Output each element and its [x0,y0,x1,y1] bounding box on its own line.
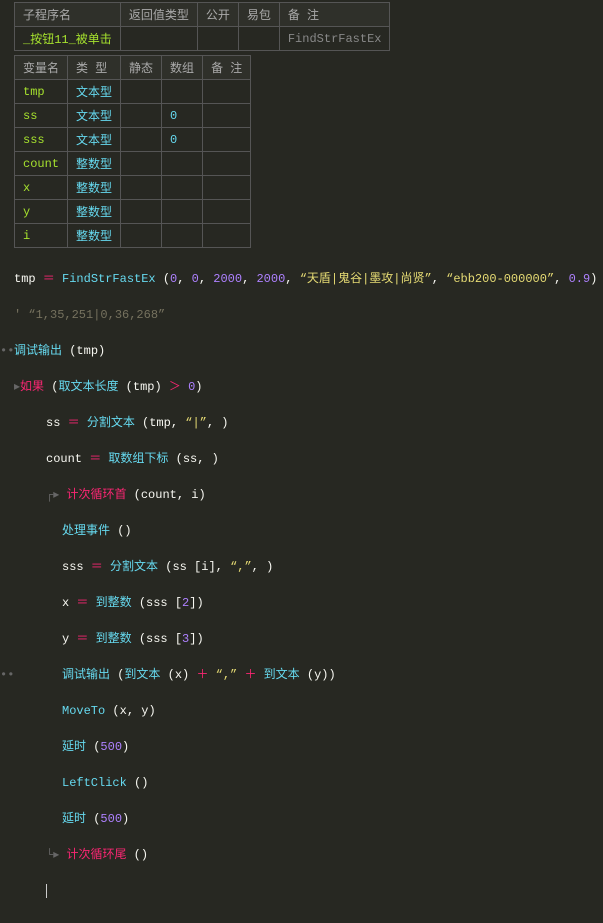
code-line[interactable]: ••调试输出 (tmp) [14,342,598,360]
code-line[interactable]: count ＝ 取数组下标 (ss, ) [14,450,598,468]
code-line[interactable]: └▸ 计次循环尾 () [14,846,598,864]
subprogram-table: 子程序名 返回值类型 公开 易包 备 注 _按钮11_被单击 FindStrFa… [14,2,390,51]
sub-ret[interactable] [120,27,197,51]
table-row[interactable]: x整数型 [15,176,251,200]
table-row[interactable]: i整数型 [15,224,251,248]
code-line[interactable]: sss ＝ 分割文本 (ss [i], “,”, ) [14,558,598,576]
th-static: 静态 [121,56,162,80]
sub-pack[interactable] [238,27,279,51]
th-easypack: 易包 [238,3,279,27]
code-line[interactable]: x ＝ 到整数 (sss [2]) [14,594,598,612]
table-row[interactable]: count整数型 [15,152,251,176]
code-line[interactable]: ▸如果 (取文本长度 (tmp) ＞ 0) [14,378,598,396]
code-line[interactable]: 延时 (500) [14,738,598,756]
code-line[interactable]: y ＝ 到整数 (sss [3]) [14,630,598,648]
sub-remark[interactable]: FindStrFastEx [279,27,390,51]
table-row[interactable]: sss文本型0 [15,128,251,152]
table-row[interactable]: tmp文本型 [15,80,251,104]
code-line[interactable]: ss ＝ 分割文本 (tmp, “|”, ) [14,414,598,432]
code-line[interactable]: ┌▸ 计次循环首 (count, i) [14,486,598,504]
th-vremark: 备 注 [203,56,251,80]
th-subname: 子程序名 [15,3,121,27]
variable-table: 变量名 类 型 静态 数组 备 注 tmp文本型 ss文本型0 sss文本型0 … [14,55,251,248]
th-array: 数组 [162,56,203,80]
fold-icon[interactable]: ┌▸ [46,488,66,502]
code-line[interactable]: LeftClick () [14,774,598,792]
code-line[interactable]: ' “1,35,251|0,36,268” [14,306,598,324]
code-line[interactable]: MoveTo (x, y) [14,702,598,720]
table-row[interactable]: ss文本型0 [15,104,251,128]
breakpoint-gutter[interactable]: •• [0,342,14,360]
th-remark: 备 注 [279,3,390,27]
th-varname: 变量名 [15,56,68,80]
code-editor[interactable]: tmp ＝ FindStrFastEx (0, 0, 2000, 2000, “… [14,252,598,918]
fold-icon[interactable]: └▸ [46,848,66,862]
sub-name[interactable]: _按钮11_被单击 [15,27,121,51]
th-public: 公开 [197,3,238,27]
code-line[interactable]: 处理事件 () [14,522,598,540]
table-row[interactable]: y整数型 [15,200,251,224]
code-line[interactable] [14,882,598,900]
code-line[interactable]: 延时 (500) [14,810,598,828]
breakpoint-gutter[interactable]: •• [0,666,14,684]
th-vartype: 类 型 [68,56,121,80]
cursor [46,884,47,898]
code-line[interactable]: ••调试输出 (到文本 (x) ＋ “,” ＋ 到文本 (y)) [14,666,598,684]
code-line[interactable]: tmp ＝ FindStrFastEx (0, 0, 2000, 2000, “… [14,270,598,288]
th-rettype: 返回值类型 [120,3,197,27]
sub-pub[interactable] [197,27,238,51]
